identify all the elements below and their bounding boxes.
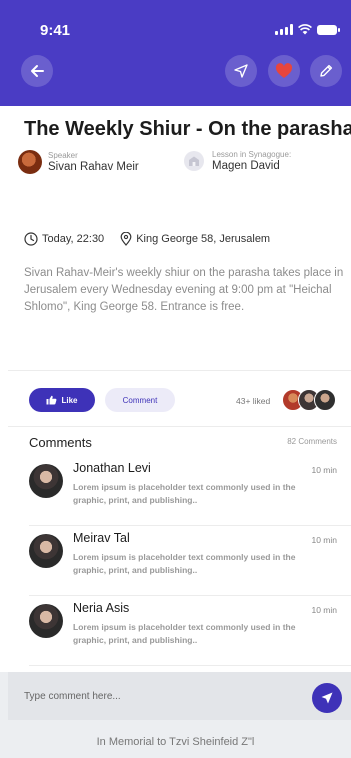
wifi-icon <box>298 24 312 35</box>
comments-count[interactable]: 82 Comments <box>287 437 337 446</box>
comment-author: Meirav Tal <box>73 531 130 545</box>
lesson-datetime: Today, 22:30 <box>42 233 105 245</box>
footer-memorial-text: In Memorial to Tzvi Sheinfeid Z"l <box>96 736 255 748</box>
arrow-left-icon <box>31 65 44 77</box>
comments-title: Comments <box>29 435 92 450</box>
liked-count: 43+ liked <box>236 396 271 406</box>
comment-time: 10 min <box>311 605 337 615</box>
pencil-icon <box>320 64 333 77</box>
comment-input[interactable] <box>24 686 294 706</box>
comment-time: 10 min <box>311 465 337 475</box>
signal-icon <box>275 24 293 35</box>
avatar <box>29 604 63 638</box>
speaker-label: Speaker <box>48 151 78 160</box>
speaker-text: Speaker Sivan Rahav Meir <box>48 151 139 173</box>
synagogue-label: Lesson in Synagogue: <box>212 150 292 159</box>
comment-button[interactable]: Comment <box>105 388 175 412</box>
section-divider <box>8 370 351 371</box>
location-item[interactable]: King George 58, Jerusalem <box>120 232 270 246</box>
clock-icon <box>24 232 38 246</box>
list-item[interactable]: Jonathan Levi 10 min Lorem ipsum is plac… <box>8 456 351 526</box>
avatar <box>29 534 63 568</box>
status-time: 9:41 <box>40 22 71 39</box>
comment-divider <box>29 665 351 666</box>
comment-author: Neria Asis <box>73 601 130 615</box>
like-label: Like <box>61 395 78 405</box>
thumbs-up-icon <box>46 395 57 405</box>
comment-text: Lorem ipsum is placeholder text commonly… <box>73 552 296 575</box>
datetime-item: Today, 22:30 <box>24 232 104 246</box>
synagogue-info[interactable]: Lesson in Synagogue: Magen David <box>184 150 291 172</box>
section-divider <box>8 426 351 427</box>
lesson-location: King George 58, Jerusalem <box>136 233 271 245</box>
synagogue-text: Lesson in Synagogue: Magen David <box>212 150 291 172</box>
status-icons <box>275 24 340 35</box>
edit-button[interactable] <box>310 55 342 87</box>
list-item[interactable]: Neria Asis 10 min Lorem ipsum is placeho… <box>8 596 351 666</box>
navigate-icon <box>234 64 248 78</box>
navigate-button[interactable] <box>225 55 257 87</box>
avatar <box>314 389 336 411</box>
synagogue-name: Magen David <box>212 160 280 172</box>
lesson-info-row: Today, 22:30 King George 58, Jerusalem <box>24 232 270 246</box>
favorite-button[interactable] <box>268 55 300 87</box>
heart-icon <box>275 63 293 78</box>
lesson-description: Sivan Rahav-Meir's weekly shiur on the p… <box>24 267 344 313</box>
list-item[interactable]: Meirav Tal 10 min Lorem ipsum is placeho… <box>8 526 351 596</box>
send-button[interactable] <box>312 683 342 713</box>
header-bar: 9:41 <box>0 0 351 106</box>
comment-text: Lorem ipsum is placeholder text commonly… <box>73 482 296 505</box>
speaker-name: Sivan Rahav Meir <box>48 161 139 173</box>
comment-text: Lorem ipsum is placeholder text commonly… <box>73 622 296 645</box>
speaker-info[interactable]: Speaker Sivan Rahav Meir <box>18 150 139 174</box>
comment-input-wrapper <box>8 672 351 720</box>
avatar <box>29 464 63 498</box>
synagogue-icon <box>184 151 204 171</box>
speaker-avatar <box>18 150 42 174</box>
location-pin-icon <box>120 232 132 246</box>
back-button[interactable] <box>21 55 53 87</box>
page-title: The Weekly Shiur - On the parasha <box>24 118 351 140</box>
liked-avatars[interactable] <box>282 389 336 411</box>
send-icon <box>321 692 333 704</box>
like-button[interactable]: Like <box>29 388 95 412</box>
comment-author: Jonathan Levi <box>73 461 151 475</box>
comment-time: 10 min <box>311 535 337 545</box>
battery-icon <box>317 24 340 35</box>
